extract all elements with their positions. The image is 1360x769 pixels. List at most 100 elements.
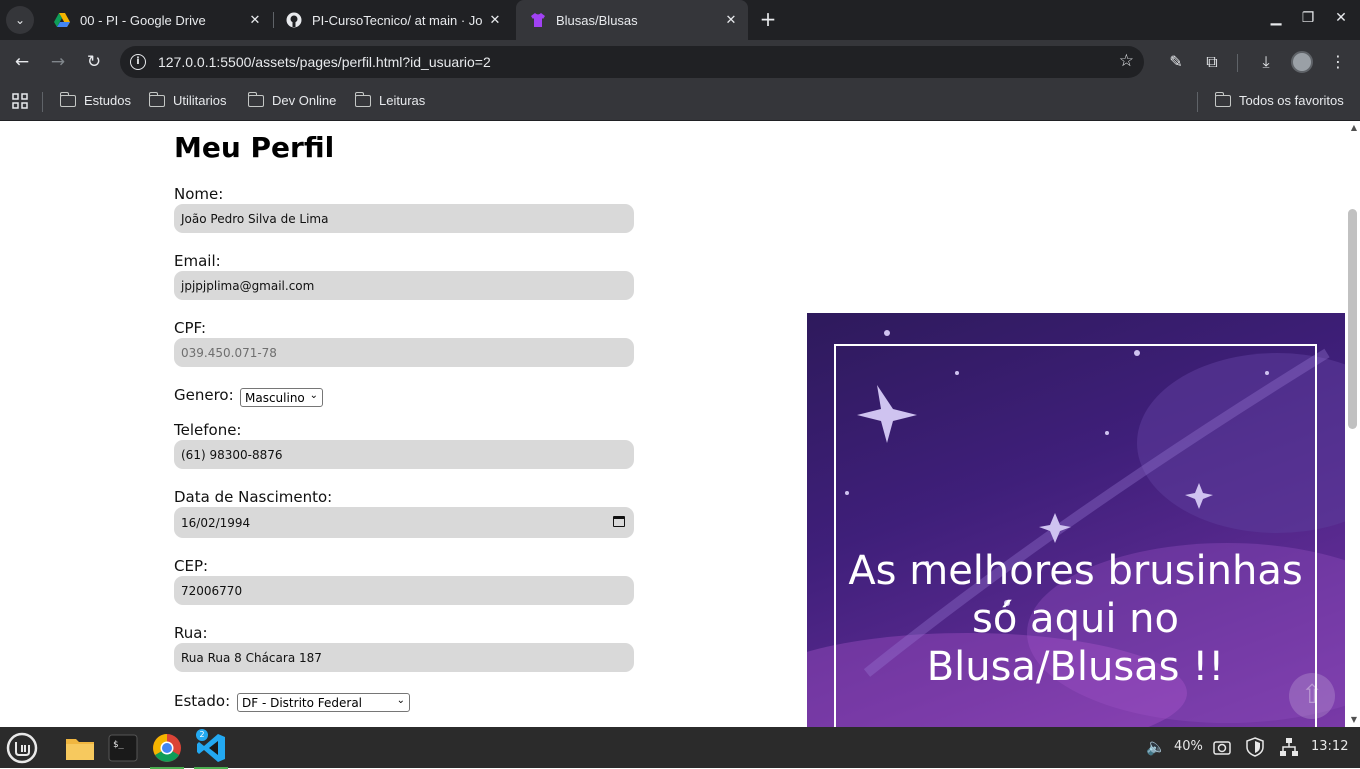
tab-google-drive[interactable]: 00 - PI - Google Drive ✕: [40, 0, 272, 40]
nascimento-input[interactable]: 16/02/1994: [174, 507, 634, 538]
bookmark-label: Todos os favoritos: [1239, 93, 1344, 108]
nascimento-label: Data de Nascimento:: [174, 488, 333, 506]
nome-input[interactable]: João Pedro Silva de Lima: [174, 204, 634, 233]
estado-label: Estado:: [174, 692, 231, 710]
browser-toolbar: ← → ↻ i 127.0.0.1:5500/assets/pages/perf…: [0, 40, 1360, 84]
email-input[interactable]: jpjpjplima@gmail.com: [174, 271, 634, 300]
tab-github[interactable]: PI-CursoTecnico/ at main · Jo ✕: [272, 0, 512, 40]
chevron-down-icon: ⌄: [396, 695, 405, 706]
bookmark-label: Dev Online: [272, 93, 337, 108]
clock[interactable]: 13:12: [1311, 739, 1348, 754]
bookmarks-bar: Estudos Utilitarios Dev Online Leituras …: [0, 84, 1360, 121]
bookmarks-divider: [42, 92, 43, 112]
banner-headline: As melhores brusinhas só aqui no Blusa/B…: [834, 547, 1317, 691]
tab-blusas[interactable]: Blusas/Blusas ✕: [516, 0, 748, 40]
volume-icon[interactable]: 🔈: [1146, 737, 1166, 756]
nascimento-value: 16/02/1994: [181, 515, 251, 530]
bookmark-all-favorites[interactable]: Todos os favoritos: [1214, 91, 1344, 108]
rua-label: Rua:: [174, 624, 208, 642]
close-icon[interactable]: ✕: [720, 12, 742, 28]
chevron-down-icon: ⌄: [309, 390, 318, 401]
close-icon[interactable]: ✕: [244, 12, 266, 28]
svg-text:$_: $_: [113, 740, 124, 750]
cpf-input[interactable]: 039.450.071-78: [174, 338, 634, 367]
profile-avatar[interactable]: [1291, 51, 1313, 73]
forward-arrow-icon[interactable]: →: [46, 50, 70, 74]
address-bar[interactable]: i 127.0.0.1:5500/assets/pages/perfil.htm…: [120, 46, 1144, 78]
cpf-label: CPF:: [174, 319, 207, 337]
banner-line-3: Blusa/Blusas !!: [926, 644, 1225, 690]
folder-icon: [148, 91, 165, 107]
reload-icon[interactable]: ↻: [82, 50, 106, 74]
bookmark-utilitarios[interactable]: Utilitarios: [148, 91, 227, 108]
os-taskbar: $_ 2 🔈 40% 13:12: [0, 727, 1360, 769]
tab-title: PI-CursoTecnico/ at main · Jo: [312, 12, 483, 28]
terminal-icon[interactable]: $_: [106, 731, 140, 765]
linux-mint-menu-icon[interactable]: [5, 731, 39, 765]
volume-level: 40%: [1174, 739, 1203, 754]
browser-tab-bar: ⌄ 00 - PI - Google Drive ✕ PI-CursoTecni…: [0, 0, 1360, 40]
folder-icon: [354, 91, 371, 107]
rua-input[interactable]: Rua Rua 8 Chácara 187: [174, 643, 634, 672]
scrollbar[interactable]: ▲ ▼: [1345, 121, 1360, 727]
tab-title: 00 - PI - Google Drive: [80, 12, 206, 28]
scroll-up-arrow-icon[interactable]: ▲: [1351, 123, 1357, 132]
site-info-icon[interactable]: i: [130, 54, 146, 70]
nome-label: Nome:: [174, 185, 224, 203]
bookmark-star-icon[interactable]: ☆: [1119, 51, 1134, 71]
tab-title: Blusas/Blusas: [556, 12, 638, 28]
menu-dots-icon[interactable]: ⋮: [1326, 50, 1350, 74]
shield-icon[interactable]: [1246, 737, 1264, 757]
calendar-icon[interactable]: [613, 516, 625, 527]
back-arrow-icon[interactable]: ←: [10, 50, 34, 74]
folder-icon: [247, 91, 264, 107]
github-icon: [286, 12, 302, 28]
bookmark-dev-online[interactable]: Dev Online: [247, 91, 337, 108]
vscode-taskbar-button[interactable]: 2: [194, 729, 228, 769]
restore-icon[interactable]: ❐: [1298, 10, 1318, 26]
cep-input[interactable]: 72006770: [174, 576, 634, 605]
toolbar-divider: [1237, 54, 1238, 72]
genero-selected: Masculino: [245, 390, 305, 405]
extensions-icon[interactable]: ⧉: [1200, 50, 1224, 74]
banner-line-1: As melhores brusinhas: [848, 548, 1303, 594]
scrollbar-thumb[interactable]: [1348, 209, 1357, 429]
address-url[interactable]: 127.0.0.1:5500/assets/pages/perfil.html?…: [158, 54, 491, 70]
file-manager-icon[interactable]: [63, 731, 97, 765]
network-icon[interactable]: [1279, 737, 1299, 757]
estado-select[interactable]: DF - Distrito Federal ⌄: [237, 693, 410, 712]
page-viewport: Meu Perfil Nome: João Pedro Silva de Lim…: [0, 121, 1360, 727]
scroll-down-arrow-icon[interactable]: ▼: [1351, 715, 1357, 724]
bookmark-label: Utilitarios: [173, 93, 227, 108]
camera-icon[interactable]: [1213, 739, 1231, 755]
new-tab-button[interactable]: +: [757, 8, 779, 30]
telefone-input[interactable]: (61) 98300-8876: [174, 440, 634, 469]
promo-banner: As melhores brusinhas só aqui no Blusa/B…: [807, 313, 1346, 727]
folder-icon: [59, 91, 76, 107]
google-drive-icon: [54, 13, 70, 27]
banner-line-2: só aqui no: [972, 596, 1179, 642]
bookmark-label: Estudos: [84, 93, 131, 108]
page-title: Meu Perfil: [174, 131, 335, 164]
chrome-taskbar-button[interactable]: [150, 731, 184, 769]
bookmark-leituras[interactable]: Leituras: [354, 91, 426, 108]
bookmark-label: Leituras: [379, 93, 426, 108]
notification-badge: 2: [196, 729, 208, 741]
telefone-label: Telefone:: [174, 421, 242, 439]
chrome-icon: [153, 734, 181, 762]
genero-label: Genero:: [174, 386, 234, 404]
apps-grid-icon[interactable]: [12, 93, 28, 109]
minimize-icon[interactable]: ▁: [1266, 10, 1286, 26]
folder-icon: [1214, 91, 1231, 107]
eyedropper-icon[interactable]: ✎: [1164, 50, 1188, 74]
close-window-icon[interactable]: ✕: [1331, 10, 1351, 26]
close-icon[interactable]: ✕: [484, 12, 506, 28]
estado-selected: DF - Distrito Federal: [242, 695, 363, 710]
back-to-top-button[interactable]: ⇧: [1289, 673, 1335, 719]
bookmarks-divider: [1197, 92, 1198, 112]
tshirt-icon: [531, 13, 545, 27]
bookmark-estudos[interactable]: Estudos: [59, 91, 131, 108]
tab-search-button[interactable]: ⌄: [6, 6, 34, 34]
download-icon[interactable]: ⤓: [1254, 50, 1278, 74]
genero-select[interactable]: Masculino ⌄: [240, 388, 323, 407]
